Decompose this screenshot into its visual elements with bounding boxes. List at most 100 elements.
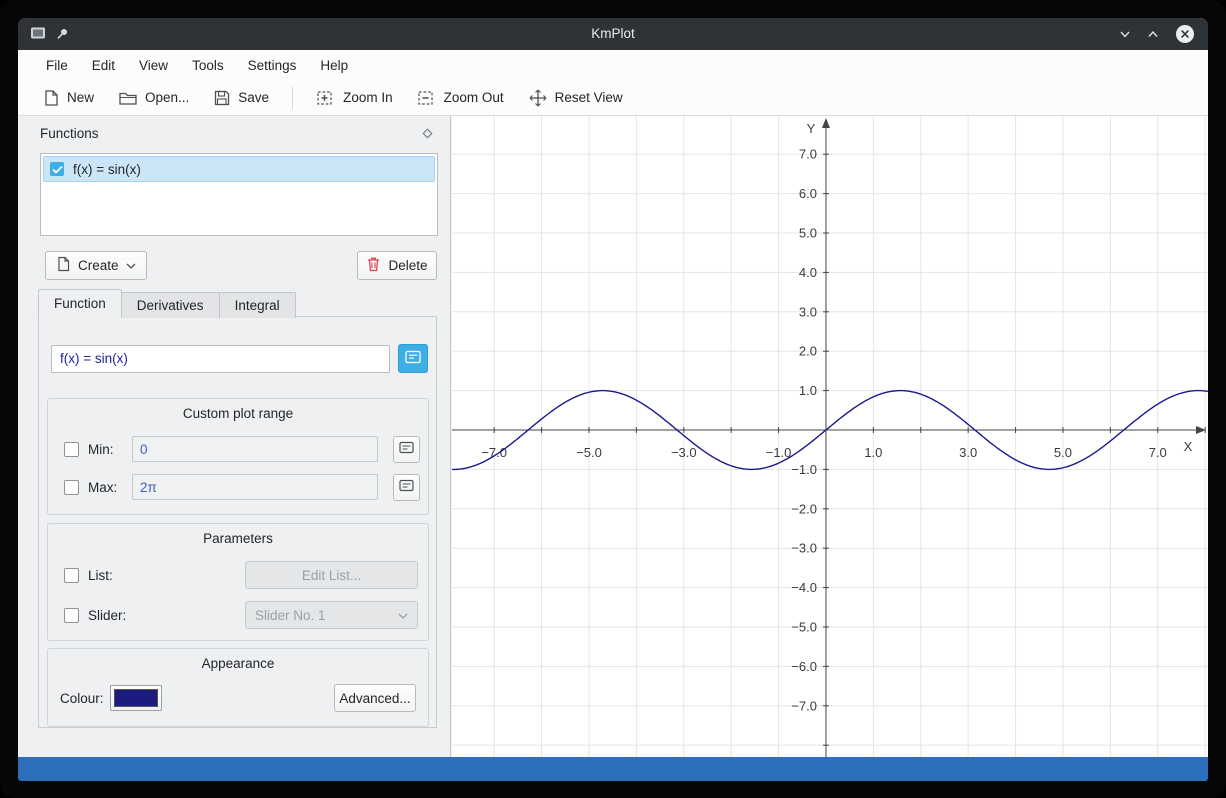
list-label: List: (88, 568, 245, 583)
min-input[interactable] (132, 436, 378, 462)
save-icon (213, 89, 231, 107)
svg-text:−5.0: −5.0 (576, 445, 602, 460)
edit-list-button[interactable]: Edit List... (245, 561, 418, 589)
dock-title: Functions (40, 126, 99, 141)
delete-label: Delete (388, 258, 427, 273)
svg-text:−5.0: −5.0 (791, 619, 817, 634)
delete-button[interactable]: Delete (357, 251, 437, 280)
menu-edit[interactable]: Edit (82, 54, 125, 77)
close-button[interactable] (1174, 23, 1196, 45)
svg-text:−3.0: −3.0 (671, 445, 697, 460)
max-row: Max: (48, 473, 428, 501)
open-folder-icon (118, 89, 138, 107)
plot-area[interactable]: −7.0−5.0−3.0−1.01.03.05.07.07.06.05.04.0… (452, 116, 1208, 757)
menu-file[interactable]: File (36, 54, 78, 77)
svg-text:X: X (1184, 439, 1193, 454)
equation-editor-icon (405, 350, 421, 367)
svg-text:−3.0: −3.0 (791, 541, 817, 556)
min-editor-button[interactable] (393, 436, 420, 463)
slider-checkbox[interactable] (64, 608, 79, 623)
slider-select-value: Slider No. 1 (255, 608, 326, 623)
menubar: File Edit View Tools Settings Help (18, 50, 1208, 80)
window-title: KmPlot (18, 18, 1208, 50)
svg-text:5.0: 5.0 (799, 226, 817, 241)
svg-text:4.0: 4.0 (799, 265, 817, 280)
function-label: f(x) = sin(x) (73, 162, 141, 177)
equation-input[interactable] (51, 345, 390, 373)
chevron-down-icon (398, 608, 408, 623)
screen: KmPlot File Edit View Tools Settings Hel… (0, 0, 1226, 798)
create-button[interactable]: Create (45, 251, 147, 280)
max-input[interactable] (132, 474, 378, 500)
edit-list-label: Edit List... (302, 568, 361, 583)
max-editor-icon (399, 479, 414, 495)
menu-view[interactable]: View (129, 54, 178, 77)
titlebar[interactable]: KmPlot (18, 18, 1208, 50)
function-list-item[interactable]: f(x) = sin(x) (43, 156, 435, 182)
save-label: Save (238, 90, 269, 105)
svg-text:−7.0: −7.0 (481, 445, 507, 460)
create-function-icon (56, 256, 71, 275)
advanced-label: Advanced... (339, 691, 410, 706)
custom-plot-range-group: Custom plot range Min: Max: (47, 398, 429, 515)
save-button[interactable]: Save (203, 84, 279, 112)
create-label: Create (78, 258, 119, 273)
menu-settings[interactable]: Settings (238, 54, 307, 77)
maximize-button[interactable] (1146, 27, 1160, 41)
max-checkbox[interactable] (64, 480, 79, 495)
group-title-appearance: Appearance (48, 656, 428, 671)
svg-text:−6.0: −6.0 (791, 659, 817, 674)
menu-tools[interactable]: Tools (182, 54, 234, 77)
max-label: Max: (88, 480, 132, 495)
main-content: Functions f(x) = sin(x) Create De (18, 116, 1208, 757)
svg-text:5.0: 5.0 (1054, 445, 1072, 460)
svg-text:−1.0: −1.0 (791, 462, 817, 477)
min-checkbox[interactable] (64, 442, 79, 457)
zoom-in-icon (316, 89, 336, 107)
svg-text:7.0: 7.0 (799, 147, 817, 162)
tab-function[interactable]: Function (38, 289, 122, 318)
zoom-out-button[interactable]: Zoom Out (407, 84, 514, 112)
kmplot-window: KmPlot File Edit View Tools Settings Hel… (18, 18, 1208, 757)
colour-button[interactable] (110, 685, 162, 711)
function-list[interactable]: f(x) = sin(x) (40, 153, 438, 236)
svg-text:2.0: 2.0 (799, 344, 817, 359)
menu-help[interactable]: Help (310, 54, 358, 77)
group-title-range: Custom plot range (48, 406, 428, 421)
group-title-parameters: Parameters (48, 531, 428, 546)
svg-text:−7.0: −7.0 (791, 698, 817, 713)
tab-integral[interactable]: Integral (219, 292, 296, 318)
function-visible-checkbox[interactable] (50, 162, 64, 176)
reset-view-label: Reset View (555, 90, 623, 105)
taskbar-panel[interactable] (18, 757, 1208, 781)
max-editor-button[interactable] (393, 474, 420, 501)
open-button[interactable]: Open... (108, 84, 199, 112)
list-checkbox[interactable] (64, 568, 79, 583)
open-label: Open... (145, 90, 189, 105)
tab-bar: Function Derivatives Integral (38, 289, 295, 318)
parameters-group: Parameters List: Edit List... Slider: (47, 523, 429, 641)
zoom-out-label: Zoom Out (444, 90, 504, 105)
equation-editor-button[interactable] (398, 344, 428, 373)
trash-icon (366, 256, 381, 275)
reset-view-button[interactable]: Reset View (518, 83, 633, 113)
toolbar-separator (292, 87, 293, 109)
slider-select[interactable]: Slider No. 1 (245, 601, 418, 629)
slider-label: Slider: (88, 608, 245, 623)
zoom-out-icon (417, 89, 437, 107)
list-row: List: Edit List... (48, 561, 428, 589)
advanced-button[interactable]: Advanced... (334, 684, 416, 712)
tab-derivatives[interactable]: Derivatives (121, 292, 220, 318)
new-button[interactable]: New (32, 84, 104, 112)
reset-view-icon (528, 88, 548, 108)
zoom-in-button[interactable]: Zoom In (306, 84, 403, 112)
function-plot: −7.0−5.0−3.0−1.01.03.05.07.07.06.05.04.0… (452, 116, 1208, 757)
slider-row: Slider: Slider No. 1 (48, 601, 428, 629)
svg-text:6.0: 6.0 (799, 186, 817, 201)
equation-row (51, 344, 428, 373)
minimize-button[interactable] (1118, 27, 1132, 41)
dock-float-button[interactable] (421, 127, 434, 140)
svg-text:−2.0: −2.0 (791, 501, 817, 516)
svg-text:3.0: 3.0 (799, 304, 817, 319)
appearance-row: Colour: Advanced... (48, 682, 428, 714)
